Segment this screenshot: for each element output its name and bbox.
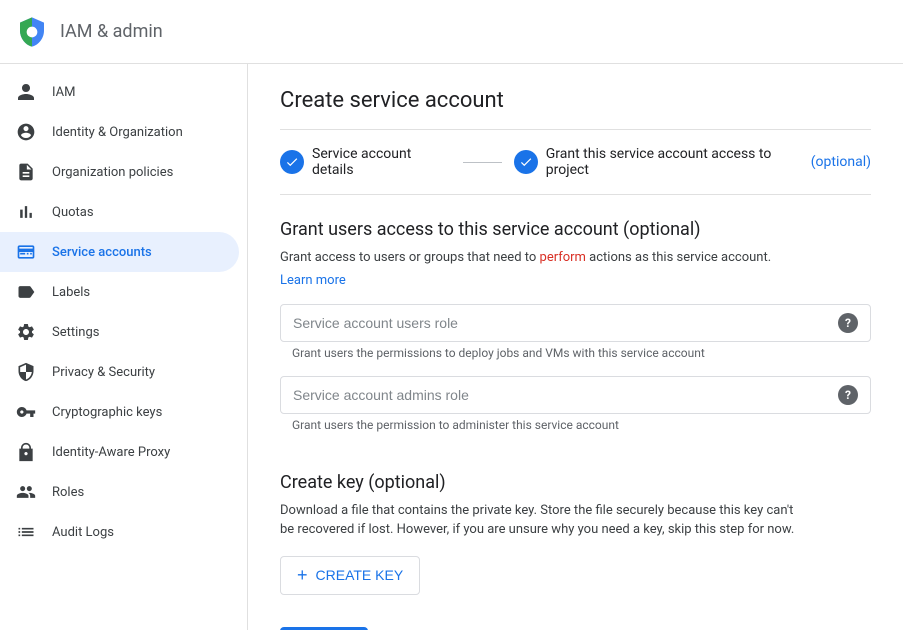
sidebar-item-settings-label: Settings [52, 325, 99, 340]
sidebar-item-org-policies[interactable]: Organization policies [0, 152, 239, 192]
create-key-title: Create key (optional) [280, 472, 871, 493]
service-account-admins-role-wrapper: ? [280, 376, 871, 414]
step-1: Service account details [280, 146, 451, 178]
sidebar-item-identity-aware-proxy-label: Identity-Aware Proxy [52, 445, 170, 460]
create-key-section: Create key (optional) Download a file th… [280, 456, 871, 619]
grant-section-desc: Grant access to users or groups that nee… [280, 248, 871, 268]
admins-role-hint: Grant users the permission to administer… [280, 414, 871, 432]
service-account-admins-role-input[interactable] [293, 387, 838, 403]
label-icon [16, 282, 36, 302]
sidebar-item-quotas-label: Quotas [52, 205, 94, 220]
create-key-desc: Download a file that contains the privat… [280, 501, 800, 540]
sidebar-item-cryptographic-keys-label: Cryptographic keys [52, 405, 162, 420]
sidebar-item-iam-label: IAM [52, 85, 75, 100]
step-2-optional: (optional) [811, 154, 871, 170]
step-1-circle [280, 150, 304, 174]
sidebar-item-identity-org[interactable]: Identity & Organization [0, 112, 239, 152]
highlight-text: perform [540, 250, 586, 265]
sidebar-item-quotas[interactable]: Quotas [0, 192, 239, 232]
sidebar-item-service-accounts[interactable]: Service accounts [0, 232, 239, 272]
grant-access-section: Grant users access to this service accou… [280, 219, 871, 432]
sidebar-item-roles-label: Roles [52, 485, 84, 500]
top-bar: IAM & admin [0, 0, 903, 64]
sidebar-item-service-accounts-label: Service accounts [52, 245, 152, 260]
step-1-label: Service account details [312, 146, 451, 178]
admins-role-help-icon[interactable]: ? [838, 385, 858, 405]
page-title: Create service account [280, 88, 871, 130]
sidebar-item-roles[interactable]: Roles [0, 472, 239, 512]
sidebar-item-identity-org-label: Identity & Organization [52, 125, 183, 140]
sidebar-item-privacy-security-label: Privacy & Security [52, 365, 155, 380]
step-2-circle [514, 150, 538, 174]
step-2: Grant this service account access to pro… [514, 146, 871, 178]
sidebar-item-audit-logs[interactable]: Audit Logs [0, 512, 239, 552]
app-logo [16, 16, 48, 48]
grant-section-title: Grant users access to this service accou… [280, 219, 871, 240]
stepper: Service account details Grant this servi… [280, 146, 871, 195]
users-role-hint: Grant users the permissions to deploy jo… [280, 342, 871, 360]
users-role-help-icon[interactable]: ? [838, 313, 858, 333]
id-card-icon [16, 242, 36, 262]
create-key-button-label: CREATE KEY [316, 567, 404, 583]
sidebar-item-cryptographic-keys[interactable]: Cryptographic keys [0, 392, 239, 432]
service-account-users-role-input[interactable] [293, 315, 838, 331]
service-account-admins-role-group: ? Grant users the permission to administ… [280, 376, 871, 432]
lock-icon [16, 442, 36, 462]
settings-icon [16, 322, 36, 342]
footer-buttons: DONE CANCEL [280, 627, 871, 630]
create-key-button[interactable]: + CREATE KEY [280, 556, 420, 595]
sidebar-item-labels-label: Labels [52, 285, 90, 300]
step-2-label: Grant this service account access to pro… [546, 146, 807, 178]
vpn-key-icon [16, 402, 36, 422]
sidebar-item-org-policies-label: Organization policies [52, 165, 173, 180]
plus-icon: + [297, 565, 308, 586]
list-icon [16, 522, 36, 542]
cancel-button[interactable]: CANCEL [384, 627, 476, 630]
service-account-users-role-wrapper: ? [280, 304, 871, 342]
roles-icon [16, 482, 36, 502]
account-circle-icon [16, 122, 36, 142]
learn-more-link[interactable]: Learn more [280, 273, 346, 288]
bar-chart-icon [16, 202, 36, 222]
sidebar-item-privacy-security[interactable]: Privacy & Security [0, 352, 239, 392]
person-icon [16, 82, 36, 102]
step-divider [463, 162, 502, 163]
done-button[interactable]: DONE [280, 627, 368, 630]
service-account-users-role-group: ? Grant users the permissions to deploy … [280, 304, 871, 360]
sidebar-item-identity-aware-proxy[interactable]: Identity-Aware Proxy [0, 432, 239, 472]
sidebar-item-iam[interactable]: IAM [0, 72, 239, 112]
main-content: Create service account Service account d… [248, 64, 903, 630]
sidebar-item-settings[interactable]: Settings [0, 312, 239, 352]
security-icon [16, 362, 36, 382]
app-title: IAM & admin [60, 21, 163, 42]
sidebar-item-audit-logs-label: Audit Logs [52, 525, 114, 540]
sidebar-item-labels[interactable]: Labels [0, 272, 239, 312]
policy-icon [16, 162, 36, 182]
sidebar: IAM Identity & Organization Organization… [0, 64, 248, 630]
